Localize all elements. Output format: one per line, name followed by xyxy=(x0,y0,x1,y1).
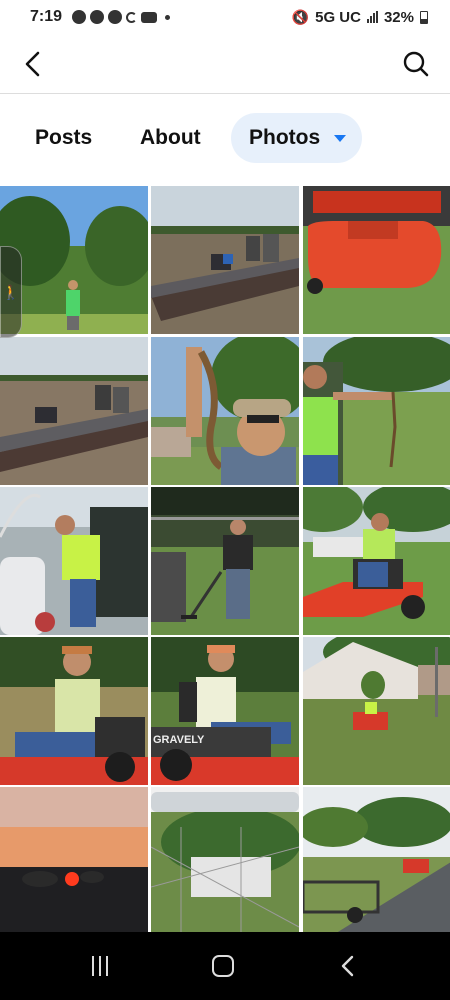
facebook-icon xyxy=(90,10,105,24)
photo-woman-zero-turn-mower xyxy=(303,487,450,635)
photo-pipe-and-fence xyxy=(151,787,299,932)
photo-bass-boat-2 xyxy=(0,337,148,485)
tab-photos[interactable]: Photos xyxy=(231,113,362,163)
photo-tile[interactable] xyxy=(303,337,450,485)
battery-percent: 32% xyxy=(383,8,414,26)
notification-dot-icon xyxy=(165,14,171,20)
photo-grid: GRAVELY xyxy=(0,182,450,932)
accessibility-icon: 🚶 xyxy=(2,283,20,300)
photo-sunset xyxy=(0,787,148,932)
photo-man-holding-snake xyxy=(151,337,299,485)
photo-tile[interactable] xyxy=(151,787,299,932)
photo-tile[interactable] xyxy=(303,637,450,785)
photo-tile[interactable] xyxy=(0,787,148,932)
signal-icon xyxy=(366,11,378,23)
photo-mower-deck xyxy=(303,186,450,334)
photo-tile[interactable] xyxy=(0,487,148,635)
mute-icon: 🔇 xyxy=(291,8,310,25)
photo-woman-red-mower xyxy=(0,637,148,785)
recent-apps-icon-bar xyxy=(106,956,108,976)
search-icon xyxy=(403,51,429,77)
accessibility-side-handle[interactable]: 🚶 xyxy=(0,246,22,338)
photo-trailer-on-road xyxy=(303,787,450,932)
photo-tile[interactable] xyxy=(151,487,299,635)
photo-tile[interactable] xyxy=(0,337,148,485)
photo-tile[interactable] xyxy=(303,787,450,932)
notification-icons xyxy=(72,10,171,24)
chevron-down-icon xyxy=(334,134,347,142)
home-button[interactable] xyxy=(212,955,234,977)
back-arrow-icon xyxy=(25,51,40,77)
photo-tile[interactable] xyxy=(151,337,299,485)
sync-icon xyxy=(126,11,138,23)
photo-woman-gravely-mower: GRAVELY xyxy=(151,637,299,785)
profile-tabs: Posts About Photos xyxy=(0,95,450,181)
photo-tile[interactable]: GRAVELY xyxy=(151,637,299,785)
tab-photos-label: Photos xyxy=(249,126,321,149)
tab-about-label: About xyxy=(140,126,201,149)
status-bar: 7:19 🔇 5G UC 32% xyxy=(0,0,450,34)
top-app-bar xyxy=(0,34,450,94)
messenger-icon xyxy=(72,10,87,24)
photo-man-green-shirt-field xyxy=(0,186,148,334)
recent-apps-icon-bar xyxy=(99,956,101,976)
tab-about[interactable]: About xyxy=(122,113,219,163)
network-type: 5G UC xyxy=(315,8,361,26)
search-button[interactable] xyxy=(402,50,430,78)
photo-person-by-boat xyxy=(0,487,148,635)
status-time: 7:19 xyxy=(30,8,63,25)
photo-mowing-by-building xyxy=(303,637,450,785)
gravely-brand-label: GRAVELY xyxy=(153,734,205,746)
system-nav-bar xyxy=(0,932,450,1000)
recent-apps-button[interactable] xyxy=(92,956,108,976)
youtube-icon xyxy=(141,11,158,23)
system-status: 🔇 5G UC 32% xyxy=(292,9,428,26)
battery-icon xyxy=(420,10,428,24)
photo-man-string-trimmer xyxy=(151,487,299,635)
photo-tile[interactable] xyxy=(303,186,450,334)
photo-tile[interactable] xyxy=(0,186,148,334)
photo-tile[interactable] xyxy=(151,186,299,334)
tab-posts-label: Posts xyxy=(35,126,93,149)
recent-apps-icon xyxy=(92,956,94,976)
system-back-button[interactable] xyxy=(338,954,358,978)
photo-tile[interactable] xyxy=(303,487,450,635)
tab-posts[interactable]: Posts xyxy=(17,113,110,163)
back-button[interactable] xyxy=(18,48,48,80)
back-icon xyxy=(341,955,354,977)
photo-person-green-shirt-snake xyxy=(303,337,450,485)
photo-tile[interactable] xyxy=(0,637,148,785)
photo-bass-boat xyxy=(151,186,299,334)
chrome-icon xyxy=(108,10,123,24)
